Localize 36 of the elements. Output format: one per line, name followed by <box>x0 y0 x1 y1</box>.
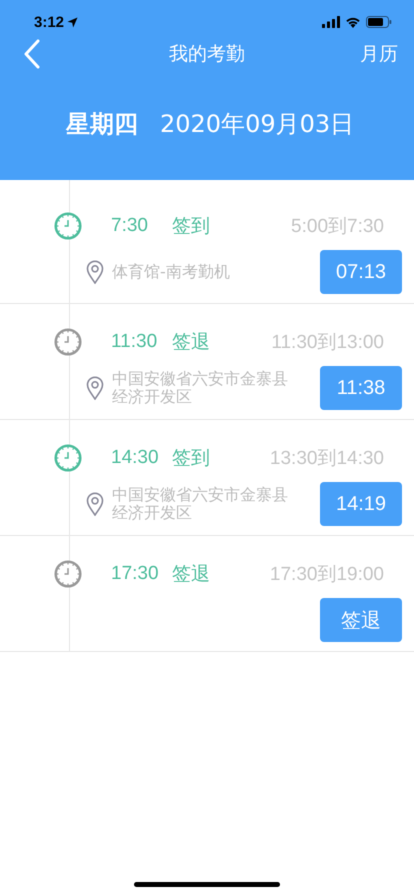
punch-button[interactable]: 07:13 <box>320 250 402 294</box>
signal-icon <box>322 16 340 28</box>
calendar-link[interactable]: 月历 <box>360 41 398 67</box>
location-text: 中国安徽省六安市金寨县经济开发区 <box>112 486 289 522</box>
time-range: 5:00到7:30 <box>291 215 384 239</box>
location-arrow-icon <box>67 16 78 28</box>
punch-button[interactable]: 签退 <box>320 598 402 642</box>
battery-icon <box>366 16 392 28</box>
clock-icon <box>54 560 82 588</box>
time-range: 13:30到14:30 <box>270 447 384 471</box>
clock-icon <box>54 444 82 472</box>
record-type: 签退 <box>172 330 210 355</box>
back-icon[interactable] <box>24 39 40 69</box>
page-title: 我的考勤 <box>168 42 246 67</box>
clock-icon <box>54 212 82 240</box>
clock-icon <box>54 328 82 356</box>
location-pin-icon <box>86 260 104 284</box>
weekday-label: 星期四 <box>66 109 138 140</box>
location-pin-icon <box>86 376 104 400</box>
location-text: 中国安徽省六安市金寨县经济开发区 <box>112 370 289 406</box>
location-text: 体育馆-南考勤机 <box>112 263 231 281</box>
punch-button[interactable]: 11:38 <box>320 366 402 410</box>
record-type: 签到 <box>172 214 210 239</box>
location-pin-icon <box>86 492 104 516</box>
scheduled-time: 17:30 <box>111 563 160 585</box>
punch-button[interactable]: 14:19 <box>320 482 402 526</box>
time-range: 17:30到19:00 <box>270 563 384 587</box>
record-type: 签退 <box>172 562 210 587</box>
record-type: 签到 <box>172 446 210 471</box>
wifi-icon <box>345 16 361 28</box>
scheduled-time: 14:30 <box>111 447 160 469</box>
scheduled-time: 7:30 <box>111 215 149 237</box>
time-range: 11:30到13:00 <box>271 331 384 355</box>
date-label: 2020年09月03日 <box>160 109 354 140</box>
status-time: 3:12 <box>34 14 64 30</box>
scheduled-time: 11:30 <box>111 331 158 353</box>
